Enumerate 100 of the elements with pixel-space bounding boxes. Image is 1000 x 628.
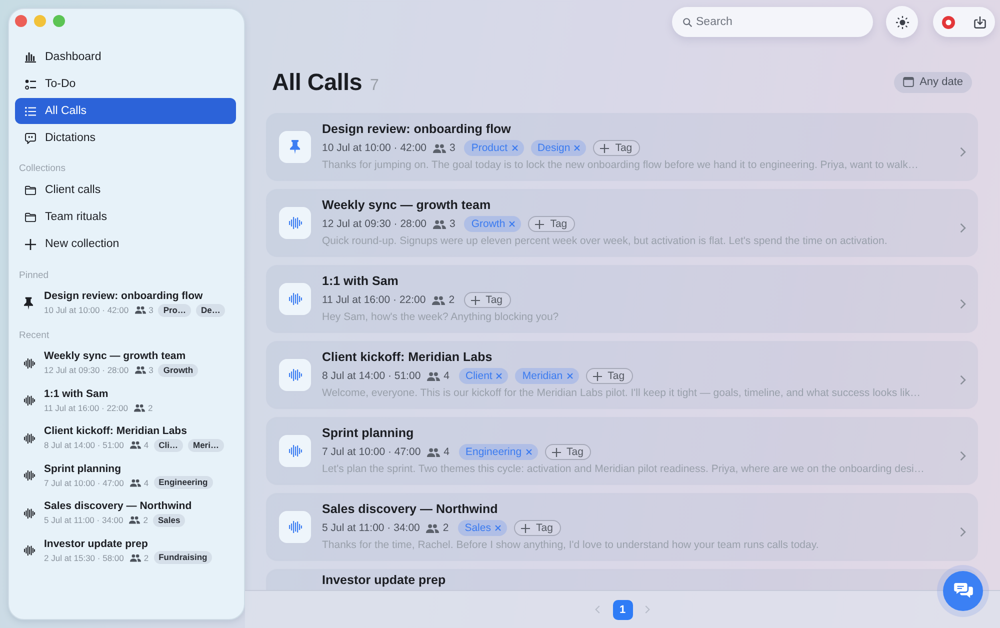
people-icon [134,404,145,412]
theme-toggle-button[interactable] [886,6,918,38]
download-icon [974,16,986,28]
participant-count: 3 [148,305,154,315]
nav-item[interactable]: New collection [15,231,236,257]
participant-count: 4 [444,370,450,382]
add-tag-button[interactable]: Tag [544,444,592,460]
people-icon [432,296,445,304]
nav-item[interactable]: To-Do [15,71,236,97]
tag: Pro… [158,304,191,316]
remove-icon[interactable] [574,145,580,151]
call-title: Design review: onboarding flow [44,289,204,303]
remove-icon[interactable] [509,221,516,227]
call-card[interactable] [266,113,978,181]
waveform-icon [24,395,35,406]
add-tag-button[interactable]: Tag [514,520,561,536]
nav-item[interactable]: Dictations [15,125,236,151]
call-meta: 11 Jul at 16:00 · 22:00 [322,294,426,306]
waveform-icon [279,283,311,315]
waveform-icon [24,545,35,556]
tag: De… [196,304,226,316]
page-button[interactable]: 1 [612,600,632,620]
remove-icon[interactable] [496,373,502,379]
window-close-button[interactable] [15,15,27,27]
chevron-right-icon [960,527,966,537]
section-heading: Pinned [18,270,50,282]
call-title: Client kickoff: Meridian Labs [44,424,188,438]
call-card[interactable] [266,341,978,409]
people-icon [426,372,440,380]
nav-item[interactable]: Client calls [15,177,236,203]
add-tag-button[interactable]: Tag [464,292,510,308]
window-zoom-button[interactable] [53,15,65,27]
waveform-icon [279,359,311,391]
chevron-right-icon [960,451,966,461]
pin-icon [279,131,311,163]
waveform-icon [24,358,35,368]
bar-chart-icon [25,52,36,62]
tag: Growth [158,364,198,376]
call-title: Design review: onboarding flow [322,122,512,137]
call-meta: 12 Jul at 09:30 · 28:00 [44,365,129,375]
participant-count: 4 [144,440,149,450]
call-meta: 2 Jul at 15:30 · 58:00 [44,552,124,562]
tag: Cli… [154,438,183,452]
call-title: Weekly sync — growth team [322,198,492,213]
participant-count: 3 [450,142,456,154]
tag: Meri… [188,438,224,452]
plus-icon [25,238,36,250]
people-icon [426,448,440,456]
participant-count: 4 [444,446,450,458]
call-meta: 10 Jul at 10:00 · 42:00 [322,142,426,154]
plus-icon [535,220,544,228]
add-tag-button[interactable]: Tag [593,140,640,156]
plus-icon [470,296,480,304]
remove-icon[interactable] [566,373,573,379]
call-title: Sales discovery — Northwind [44,499,192,513]
participant-count: 2 [144,552,149,562]
search-icon [683,18,692,26]
call-meta: 7 Jul at 10:00 · 47:00 [322,446,421,458]
chat-button[interactable] [943,571,983,611]
participant-count: 2 [442,522,449,534]
remove-icon[interactable] [512,145,518,151]
plus-icon [600,144,610,152]
pin-icon [24,296,33,310]
call-count: 7 [370,76,379,94]
remove-icon[interactable] [526,449,532,455]
nav-item[interactable]: Team rituals [15,204,236,230]
call-title: Sales discovery — Northwind [322,502,499,517]
search-field[interactable]: Search [672,7,873,37]
add-tag-button[interactable]: Tag [528,216,576,232]
chevron-right-icon [645,605,650,614]
remove-icon[interactable] [494,525,501,531]
call-title: Client kickoff: Meridian Labs [322,350,494,365]
participant-count: 2 [143,515,148,525]
chat-icon [954,583,972,599]
nav-item[interactable]: All Calls [15,98,236,124]
add-tag-button[interactable]: Tag [586,368,633,384]
call-meta: 11 Jul at 16:00 · 22:00 [44,402,128,412]
call-title: Investor update prep [44,536,149,550]
window-minimize-button[interactable] [34,15,46,27]
nav-item[interactable]: Dashboard [15,44,236,70]
waveform-icon [24,432,35,444]
chevron-right-icon [960,223,966,233]
page-title: All Calls [272,68,362,96]
participant-count: 2 [148,402,153,412]
waveform-icon [24,470,35,481]
people-icon [432,220,446,228]
people-icon [129,516,140,524]
call-meta: 7 Jul at 10:00 · 47:00 [44,478,124,488]
people-icon [426,524,439,532]
participant-count: 3 [148,365,154,375]
section-heading: Recent [18,330,50,342]
chevron-right-icon [960,147,966,157]
call-meta: 8 Jul at 14:00 · 51:00 [44,440,124,450]
date-filter-button[interactable]: Any date [894,72,972,92]
call-meta: 8 Jul at 14:00 · 51:00 [322,370,421,382]
chevron-right-icon [960,375,966,385]
call-meta: 12 Jul at 09:30 · 28:00 [322,218,426,230]
tag: Fundraising [154,551,212,564]
waveform-icon [279,435,311,467]
folder-icon [25,212,36,222]
